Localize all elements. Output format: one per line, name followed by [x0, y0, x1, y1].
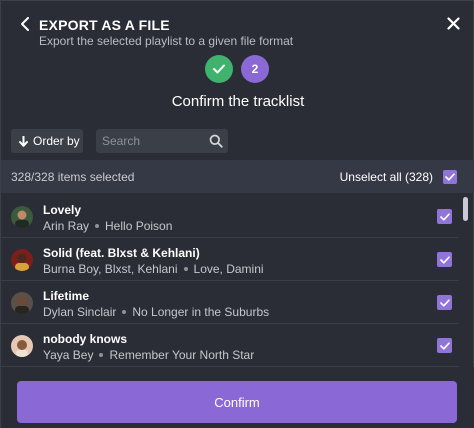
unselect-all-button[interactable]: Unselect all (328) [340, 170, 433, 184]
check-icon [439, 298, 450, 307]
track-title: Solid (feat. Blxst & Kehlani) [43, 246, 200, 260]
track-artist: Dylan Sinclair [43, 305, 117, 319]
stepper: 2 [1, 55, 474, 83]
confirm-button[interactable]: Confirm [17, 381, 457, 423]
track-checkbox[interactable] [437, 252, 452, 267]
separator-dot [183, 266, 188, 271]
selected-count: 328/328 items selected [11, 170, 135, 184]
check-icon [445, 173, 455, 181]
order-by-button[interactable]: Order by [11, 129, 83, 153]
track-meta: Arin Ray Hello Poison [43, 219, 172, 233]
dialog-title: EXPORT AS A FILE [39, 17, 170, 33]
separator-dot [122, 309, 127, 314]
avatar [11, 249, 33, 271]
back-button[interactable] [17, 15, 33, 33]
step-1-complete [205, 55, 233, 83]
dialog-footer: Confirm [1, 367, 474, 428]
check-icon [439, 255, 450, 264]
track-check-box[interactable] [437, 252, 452, 267]
avatar [11, 335, 33, 357]
separator-dot [99, 352, 104, 357]
track-title: Lovely [43, 203, 82, 217]
search-box [96, 129, 228, 153]
selection-bar: 328/328 items selected Unselect all (328… [1, 160, 474, 193]
page-heading: Confirm the tracklist [171, 93, 305, 110]
step-2-current: 2 [241, 55, 269, 83]
search-icon[interactable] [209, 134, 223, 148]
close-button[interactable] [445, 15, 461, 31]
track-artist: Arin Ray [43, 219, 90, 233]
dialog-header: EXPORT AS A FILE Export the selected pla… [1, 1, 474, 53]
track-row[interactable]: Solid (feat. Blxst & Kehlani) Burna Boy,… [1, 238, 459, 281]
track-checkbox[interactable] [437, 209, 452, 224]
order-by-label: Order by [33, 134, 80, 148]
track-title: Lifetime [43, 289, 90, 303]
track-row[interactable]: nobody knows Yaya Bey Remember Your North… [1, 324, 459, 367]
track-album: Love, Damini [193, 262, 264, 276]
track-album: No Longer in the Suburbs [132, 305, 270, 319]
check-icon [439, 341, 450, 350]
search-input[interactable] [96, 129, 208, 153]
track-row[interactable]: Lovely Arin Ray Hello Poison [1, 195, 459, 238]
track-meta: Yaya Bey Remember Your North Star [43, 348, 254, 362]
track-meta: Dylan Sinclair No Longer in the Suburbs [43, 305, 269, 319]
check-icon [439, 212, 450, 221]
export-dialog: EXPORT AS A FILE Export the selected pla… [0, 0, 474, 428]
track-check-box[interactable] [437, 209, 452, 224]
select-all-check-box[interactable] [443, 170, 457, 184]
track-list: Lovely Arin Ray Hello Poison Solid (feat.… [1, 195, 474, 367]
track-artist: Yaya Bey [43, 348, 94, 362]
check-icon [213, 64, 225, 74]
separator-dot [95, 223, 100, 228]
track-check-box[interactable] [437, 338, 452, 353]
arrow-down-icon [19, 135, 28, 147]
close-icon [446, 16, 460, 30]
avatar [11, 292, 33, 314]
track-title: nobody knows [43, 332, 127, 346]
track-album: Hello Poison [105, 219, 173, 233]
avatar [11, 206, 33, 228]
track-check-box[interactable] [437, 295, 452, 310]
track-checkbox[interactable] [437, 295, 452, 310]
track-meta: Burna Boy, Blxst, Kehlani Love, Damini [43, 262, 264, 276]
dialog-subtitle: Export the selected playlist to a given … [39, 34, 294, 48]
track-row[interactable]: Lifetime Dylan Sinclair No Longer in the … [1, 281, 459, 324]
track-artist: Burna Boy, Blxst, Kehlani [43, 262, 178, 276]
track-album: Remember Your North Star [109, 348, 255, 362]
chevron-left-icon [21, 17, 29, 31]
list-scrollbar[interactable] [463, 197, 468, 221]
track-checkbox[interactable] [437, 338, 452, 353]
select-all-checkbox[interactable] [443, 170, 457, 184]
